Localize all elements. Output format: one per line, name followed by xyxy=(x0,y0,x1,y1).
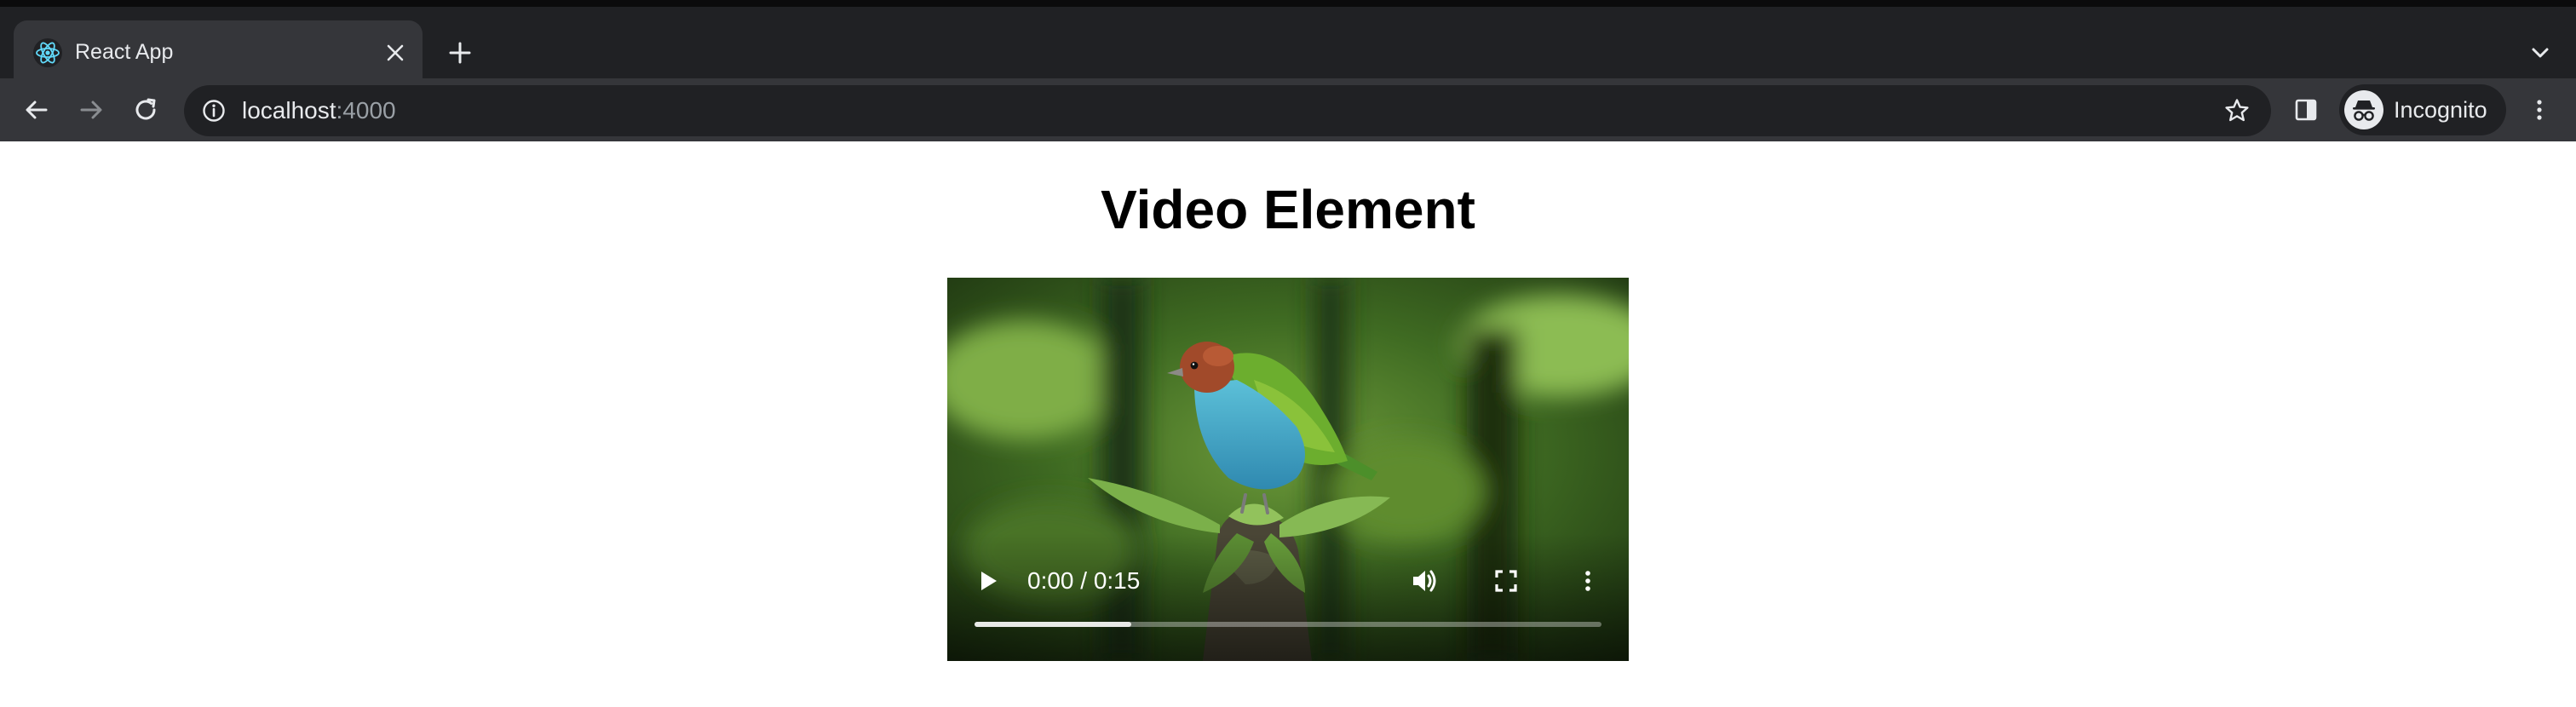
video-progress-bar[interactable] xyxy=(975,622,1601,627)
address-bar[interactable]: localhost:4000 xyxy=(184,85,2271,136)
arrow-right-icon[interactable] xyxy=(72,90,111,129)
fullscreen-icon[interactable] xyxy=(1487,562,1525,600)
react-logo-icon xyxy=(32,37,63,68)
arrow-left-icon[interactable] xyxy=(17,90,56,129)
video-time-display: 0:00 / 0:15 xyxy=(1027,567,1141,594)
tab-strip: React App xyxy=(0,7,2576,85)
star-icon[interactable] xyxy=(2222,95,2252,126)
video-player[interactable]: 0:00 / 0:15 xyxy=(947,278,1629,661)
page-heading: Video Element xyxy=(1101,179,1475,240)
incognito-icon xyxy=(2344,90,2383,129)
profile-button[interactable]: Incognito xyxy=(2339,84,2506,135)
play-icon[interactable] xyxy=(971,564,1005,598)
chevron-down-icon[interactable] xyxy=(2523,36,2557,70)
window-top-strip xyxy=(0,0,2576,7)
video-more-options-icon[interactable] xyxy=(1569,562,1607,600)
browser-toolbar: localhost:4000 Incognito xyxy=(0,78,2576,141)
volume-icon[interactable] xyxy=(1406,562,1443,600)
url-text: localhost:4000 xyxy=(242,85,396,136)
video-buffered-fill xyxy=(975,622,1131,627)
new-tab-plus-icon[interactable] xyxy=(441,34,479,72)
profile-label: Incognito xyxy=(2394,97,2487,123)
url-port: :4000 xyxy=(336,97,396,124)
info-icon[interactable] xyxy=(201,98,227,124)
tab-title: React App xyxy=(75,40,174,64)
tab-react-app[interactable]: React App xyxy=(14,20,423,85)
url-host: localhost xyxy=(242,97,336,124)
close-icon[interactable] xyxy=(382,39,409,66)
kebab-menu-icon[interactable] xyxy=(2520,90,2559,129)
side-panel-icon[interactable] xyxy=(2286,90,2326,129)
reload-icon[interactable] xyxy=(126,90,165,129)
